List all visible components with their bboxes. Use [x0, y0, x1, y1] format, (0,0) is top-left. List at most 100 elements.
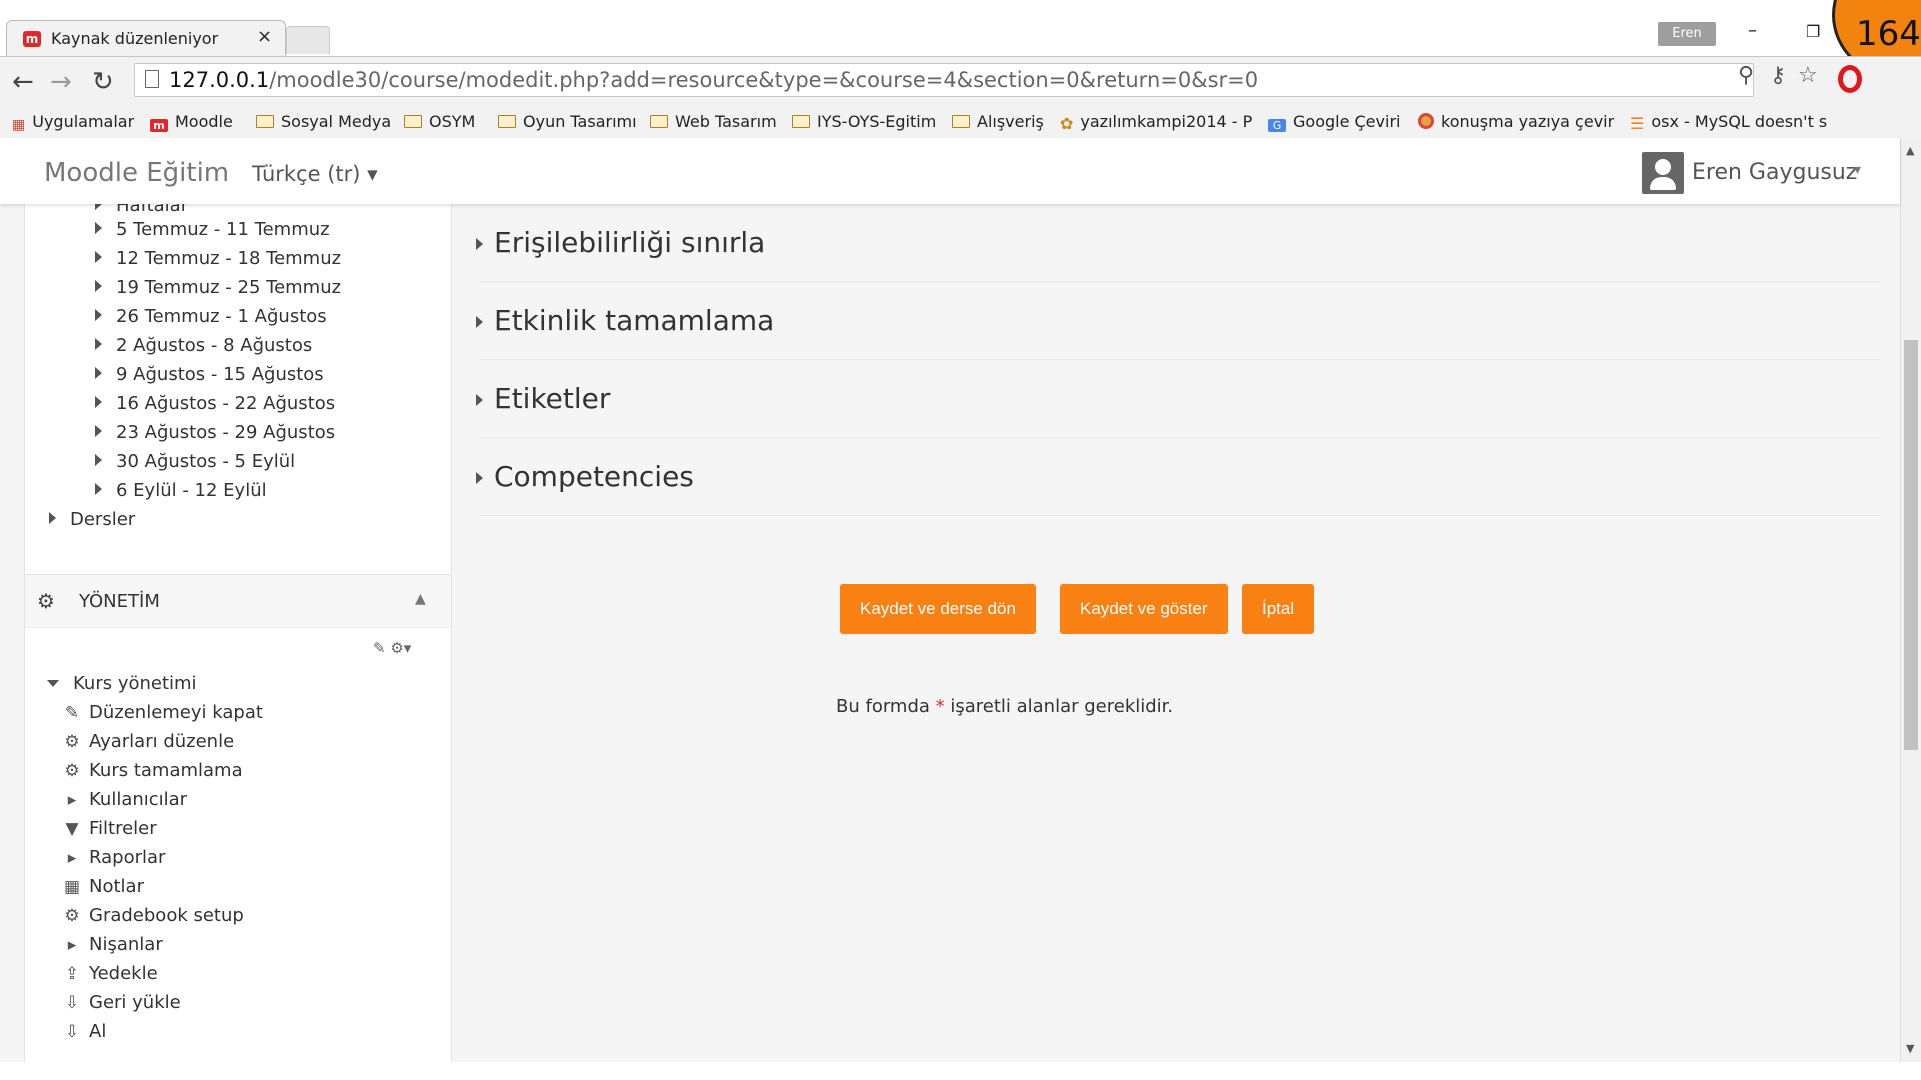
collapse-icon[interactable]: ▲: [415, 591, 426, 607]
admin-item-nisanlar[interactable]: ▸ Nişanlar: [61, 934, 163, 955]
reload-button[interactable]: ↻: [92, 67, 114, 97]
pencil-icon: ✎: [64, 703, 80, 723]
tree-item-week[interactable]: 16 Ağustos - 22 Ağustos: [95, 393, 335, 414]
backup-icon: ⇪: [64, 964, 80, 984]
expand-icon: [476, 472, 483, 484]
user-menu-caret-icon[interactable]: ▾: [1854, 162, 1861, 178]
url-input[interactable]: 127.0.0.1/moodle30/course/modedit.php?ad…: [134, 63, 1754, 97]
section-title: Etkinlik tamamlama: [494, 304, 775, 337]
tree-item-week[interactable]: 2 Ağustos - 8 Ağustos: [95, 335, 312, 356]
save-return-button[interactable]: Kaydet ve derse dön: [840, 584, 1036, 634]
back-button[interactable]: ←: [12, 67, 34, 97]
opera-extension-icon[interactable]: [1838, 65, 1862, 93]
section-activity-completion[interactable]: Etkinlik tamamlama: [476, 282, 1880, 360]
section-title: Competencies: [494, 460, 694, 493]
tree-item-week[interactable]: 19 Temmuz - 25 Temmuz: [95, 277, 341, 298]
expand-icon: [476, 394, 483, 406]
scroll-down-icon[interactable]: ▼: [1906, 1042, 1914, 1055]
translate-icon: G: [1268, 119, 1286, 132]
bookmark-yazilimkampi[interactable]: ✿ yazılımkampi2014 - P: [1060, 112, 1252, 133]
gear-icon: ⚙: [64, 732, 80, 752]
section-competencies[interactable]: Competencies: [476, 438, 1880, 516]
bookmark-apps[interactable]: ▦ Uygulamalar: [12, 112, 134, 133]
section-restrict-access[interactable]: Erişilebilirliği sınırla: [476, 204, 1880, 282]
tree-item-week[interactable]: 30 Ağustos - 5 Eylül: [95, 451, 295, 472]
language-menu[interactable]: Türkçe (tr) ▾: [252, 162, 378, 186]
scroll-thumb[interactable]: [1904, 340, 1918, 750]
zoom-icon[interactable]: ⚲: [1738, 63, 1754, 88]
gear-icon: ⚙: [64, 761, 80, 781]
admin-item-notlar[interactable]: ▦ Notlar: [61, 876, 144, 897]
expand-icon: [95, 367, 102, 379]
tree-item-week[interactable]: 9 Ağustos - 15 Ağustos: [95, 364, 324, 385]
bookmark-mysql[interactable]: ☰ osx - MySQL doesn't s: [1630, 112, 1827, 133]
bookmark-star-icon[interactable]: ☆: [1798, 63, 1818, 88]
tree-item-week[interactable]: 5 Temmuz - 11 Temmuz: [95, 219, 330, 240]
expand-icon: ▸: [67, 935, 77, 955]
administration-title: YÖNETİM: [79, 591, 160, 612]
tree-item-week[interactable]: 6 Eylül - 12 Eylül: [95, 480, 267, 501]
section-title: Etiketler: [494, 382, 611, 415]
admin-item-duzenlemeyi-kapat[interactable]: ✎ Düzenlemeyi kapat: [61, 702, 263, 723]
tree-item-dersler[interactable]: Dersler: [49, 509, 135, 530]
new-tab-button[interactable]: [286, 26, 330, 54]
expand-icon: [95, 280, 102, 292]
admin-item-ayarlari-duzenle[interactable]: ⚙ Ayarları düzenle: [61, 731, 234, 752]
key-icon[interactable]: ⚷: [1770, 63, 1786, 88]
expand-icon: [95, 309, 102, 321]
save-display-button[interactable]: Kaydet ve göster: [1060, 584, 1228, 634]
bookmark-iys-oys-egitim[interactable]: IYS-OYS-Egitim: [792, 112, 936, 131]
section-title: Erişilebilirliği sınırla: [494, 226, 766, 259]
expand-icon: [95, 251, 102, 263]
tree-item-week[interactable]: 12 Temmuz - 18 Temmuz: [95, 248, 341, 269]
forward-button[interactable]: →: [50, 67, 72, 97]
block-actions-icon[interactable]: ✎ ⚙▾: [373, 639, 411, 657]
bookmark-sosyal-medya[interactable]: Sosyal Medya: [256, 112, 391, 131]
expand-icon: [95, 454, 102, 466]
bookmark-konusma[interactable]: konuşma yazıya çevir: [1418, 112, 1614, 131]
admin-item-filtreler[interactable]: ▼ Filtreler: [61, 818, 156, 839]
bookmark-alisveris[interactable]: Alışveriş: [952, 112, 1044, 131]
admin-item-yedekle[interactable]: ⇪ Yedekle: [61, 963, 158, 984]
cancel-button[interactable]: İptal: [1242, 584, 1315, 634]
admin-item-kurs-tamamlama[interactable]: ⚙ Kurs tamamlama: [61, 760, 242, 781]
expand-icon: [476, 238, 483, 250]
profile-chip[interactable]: Eren: [1658, 22, 1716, 46]
window-bottom-edge: [0, 1062, 1921, 1080]
url-path: /moodle30/course/modedit.php?add=resourc…: [269, 68, 1259, 92]
admin-item-raporlar[interactable]: ▸ Raporlar: [61, 847, 166, 868]
page-scrollbar[interactable]: ▲ ▼: [1900, 138, 1921, 1062]
import-icon: ⇩: [64, 1022, 80, 1042]
user-avatar[interactable]: [1642, 152, 1684, 194]
bookmarks-bar: ▦ Uygulamalar m Moodle Sosyal Medya OSYM O…: [0, 106, 1921, 139]
site-brand[interactable]: Moodle Eğitim: [44, 158, 229, 188]
expand-icon: [95, 204, 102, 210]
bookmark-osym[interactable]: OSYM: [404, 112, 475, 131]
admin-item-al[interactable]: ⇩ Al: [61, 1021, 106, 1042]
required-fields-note: Bu formda * işaretli alanlar gereklidir.: [836, 696, 1174, 717]
tree-item-haftalar[interactable]: Haftalar: [95, 204, 188, 216]
tree-item-week[interactable]: 23 Ağustos - 29 Ağustos: [95, 422, 335, 443]
bookmark-oyun-tasarimi[interactable]: Oyun Tasarımı: [498, 112, 637, 131]
bookmark-moodle[interactable]: m Moodle: [150, 112, 233, 132]
moodle-favicon-icon: m: [23, 31, 41, 47]
minimize-button[interactable]: –: [1748, 20, 1757, 41]
address-bar-row: ← → ↻ 127.0.0.1/moodle30/course/modedit.…: [0, 56, 1921, 107]
page-icon: [145, 70, 159, 88]
tree-item-kurs-yonetimi[interactable]: Kurs yönetimi: [47, 673, 197, 694]
apps-grid-icon: ▦: [12, 117, 26, 133]
user-menu[interactable]: Eren Gaygusuz: [1692, 160, 1857, 185]
bookmark-google-ceviri[interactable]: G Google Çeviri: [1268, 112, 1400, 132]
gear-icon: ⚙: [64, 906, 80, 926]
tree-item-week[interactable]: 26 Temmuz - 1 Ağustos: [95, 306, 327, 327]
bookmark-web-tasarim[interactable]: Web Tasarım: [650, 112, 777, 131]
restore-icon: ⇩: [64, 993, 80, 1013]
tab-close-icon[interactable]: ×: [257, 26, 272, 47]
restore-button[interactable]: ❐: [1806, 22, 1820, 41]
section-tags[interactable]: Etiketler: [476, 360, 1880, 438]
admin-item-kullanicilar[interactable]: ▸ Kullanıcılar: [61, 789, 187, 810]
admin-item-gradebook-setup[interactable]: ⚙ Gradebook setup: [61, 905, 243, 926]
scroll-up-icon[interactable]: ▲: [1906, 144, 1914, 157]
browser-tab[interactable]: m Kaynak düzenleniyor ×: [6, 20, 286, 56]
admin-item-geri-yukle[interactable]: ⇩ Geri yükle: [61, 992, 181, 1013]
